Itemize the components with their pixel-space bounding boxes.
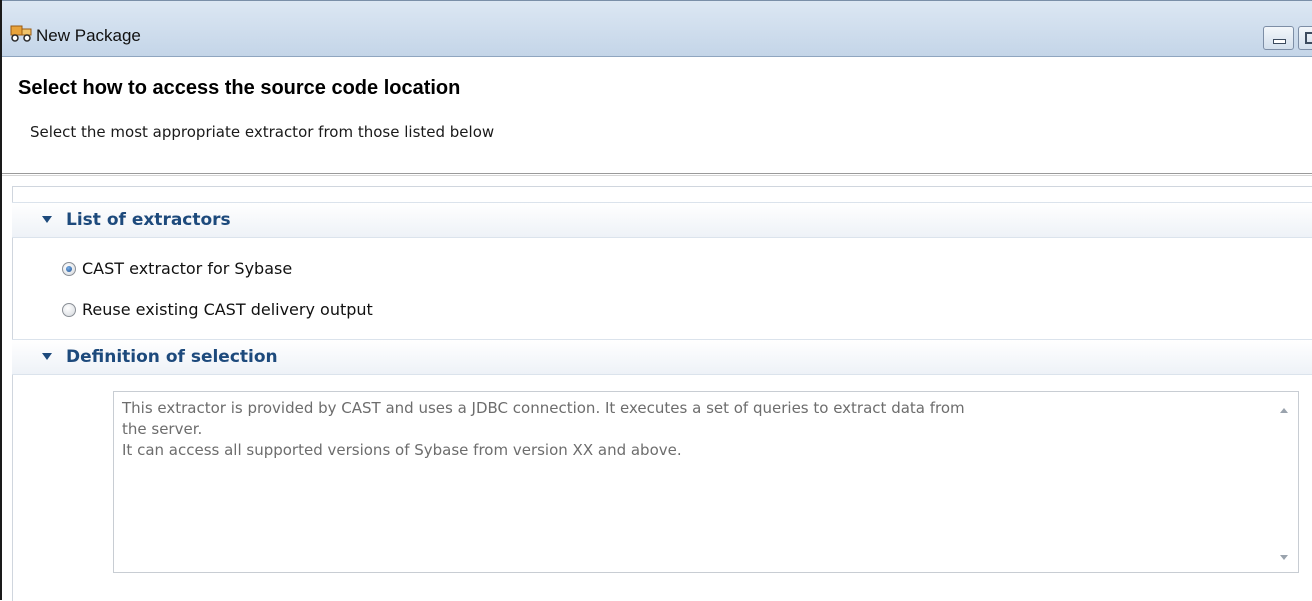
section-label-extractors: List of extractors bbox=[66, 210, 231, 230]
page-description: Select the most appropriate extractor fr… bbox=[30, 123, 495, 141]
wizard-header: Select how to access the source code loc… bbox=[2, 57, 1312, 173]
title-bar[interactable]: New Package bbox=[2, 1, 1312, 57]
window-title: New Package bbox=[36, 26, 141, 45]
radio-label: CAST extractor for Sybase bbox=[82, 259, 293, 278]
expand-arrow-icon[interactable] bbox=[42, 353, 52, 360]
section-header-definition[interactable]: Definition of selection bbox=[12, 339, 1312, 375]
scroll-down-arrow-icon[interactable] bbox=[1280, 555, 1288, 560]
definition-textarea[interactable]: This extractor is provided by CAST and u… bbox=[113, 391, 1299, 573]
header-separator bbox=[2, 173, 1312, 174]
page-title: Select how to access the source code loc… bbox=[18, 77, 461, 99]
scroll-up-arrow-icon[interactable] bbox=[1280, 408, 1288, 413]
maximize-button[interactable] bbox=[1298, 26, 1312, 50]
radio-button-checked[interactable] bbox=[62, 262, 76, 276]
expand-arrow-icon[interactable] bbox=[42, 216, 52, 223]
header-separator-shadow bbox=[2, 175, 1312, 176]
radio-label: Reuse existing CAST delivery output bbox=[82, 300, 373, 319]
minimize-button[interactable] bbox=[1263, 26, 1294, 50]
definition-text: This extractor is provided by CAST and u… bbox=[122, 399, 965, 459]
section-header-extractors[interactable]: List of extractors bbox=[12, 202, 1312, 238]
section-label-definition: Definition of selection bbox=[66, 347, 278, 367]
package-truck-icon bbox=[10, 25, 32, 42]
radio-button-unchecked[interactable] bbox=[62, 303, 76, 317]
